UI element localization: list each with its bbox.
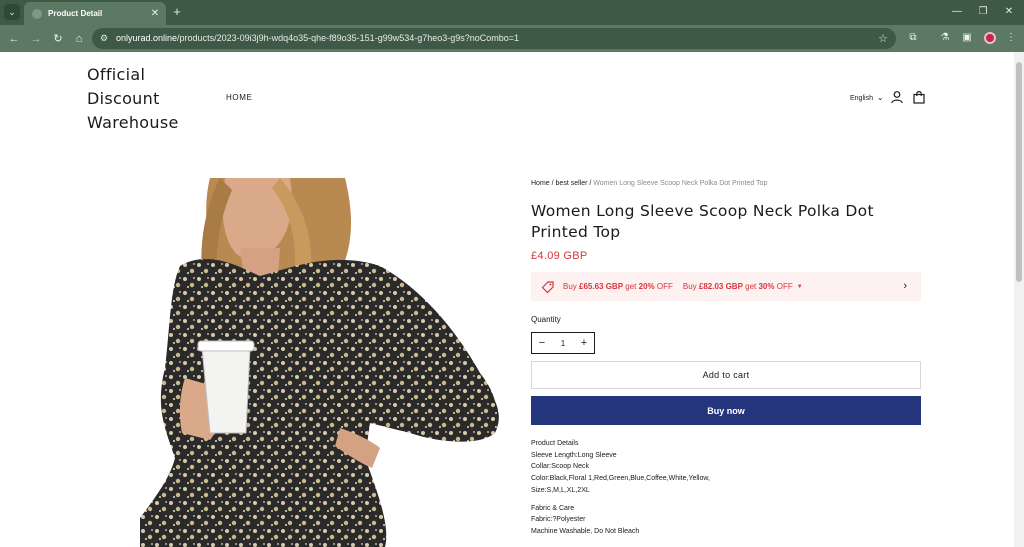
add-to-cart-button[interactable]: Add to cart — [531, 361, 921, 389]
care-heading: Fabric & Care — [531, 504, 575, 512]
url-text[interactable]: onlyurad.online/products/2023-09i3j9h-wd… — [116, 33, 519, 43]
back-icon[interactable]: ← — [6, 31, 22, 47]
tab-strip: ⌄ Product Detail ✕ + — ❐ ✕ — [0, 0, 1024, 25]
url-host: onlyurad.online — [116, 33, 178, 43]
promo-percent: 30% — [758, 282, 775, 291]
nav-home-link[interactable]: HOME — [226, 93, 252, 102]
quantity-stepper: − 1 + — [531, 332, 595, 354]
tab-search-icon[interactable]: ⌄ — [4, 4, 20, 20]
model-illustration — [140, 178, 499, 547]
cart-icon[interactable] — [912, 90, 926, 104]
quantity-label: Quantity — [531, 315, 561, 324]
promo-percent: 20% — [638, 282, 655, 291]
details-heading: Product Details — [531, 440, 579, 447]
store-logo[interactable]: Official Discount Warehouse — [87, 63, 197, 135]
browser-toolbar: ← → ↻ ⌂ ⚙ onlyurad.online/products/2023-… — [0, 25, 1024, 52]
promo-amount: £82.03 GBP — [698, 282, 743, 291]
product-price: £4.09 GBP — [531, 250, 588, 262]
breadcrumb: Home / best seller / Women Long Sleeve S… — [531, 180, 767, 187]
logo-line: Official — [87, 65, 146, 84]
promo-text: OFF — [654, 282, 673, 291]
product-image[interactable] — [140, 178, 505, 547]
logo-line: Discount — [87, 89, 160, 108]
reload-icon[interactable]: ↻ — [50, 31, 66, 47]
care-line: Machine Washable, Do Not Bleach — [531, 527, 640, 535]
minimize-icon[interactable]: — — [950, 4, 964, 20]
close-window-icon[interactable]: ✕ — [1002, 4, 1016, 20]
decrease-quantity-button[interactable]: − — [532, 337, 552, 349]
details-line: Size:S,M,L,XL,2XL — [531, 486, 590, 494]
site-info-icon[interactable]: ⚙ — [98, 33, 110, 44]
language-label: English — [850, 95, 873, 102]
details-line: Color:Black,Floral 1,Red,Green,Blue,Coff… — [531, 475, 710, 483]
increase-quantity-button[interactable]: + — [574, 337, 594, 349]
extensions-icon[interactable]: ⧉ — [906, 31, 920, 45]
profile-icon[interactable] — [984, 32, 996, 44]
new-tab-icon[interactable]: + — [170, 4, 184, 20]
browser-window: ⌄ Product Detail ✕ + — ❐ ✕ ← → ↻ ⌂ ⚙ onl… — [0, 0, 1024, 547]
quantity-input[interactable]: 1 — [552, 339, 574, 348]
breadcrumb-current: Women Long Sleeve Scoop Neck Polka Dot P… — [593, 180, 768, 187]
promo-text: get — [623, 282, 639, 291]
logo-line: Warehouse — [87, 113, 179, 132]
price-tag-icon — [541, 280, 554, 293]
account-icon[interactable] — [890, 90, 904, 104]
promo-text: get — [742, 282, 759, 291]
breadcrumb-home[interactable]: Home — [531, 180, 550, 187]
address-bar[interactable]: ⚙ onlyurad.online/products/2023-09i3j9h-… — [92, 28, 896, 49]
care-line: Fabric:?Polyester — [531, 516, 586, 524]
labs-icon[interactable]: ⚗ — [938, 31, 952, 45]
side-panel-icon[interactable]: ▣ — [960, 31, 974, 45]
breadcrumb-category[interactable]: best seller — [556, 180, 588, 187]
discount-promo-bar[interactable]: Buy £65.63 GBP get 20% OFF Buy £82.03 GB… — [531, 272, 921, 301]
language-selector[interactable]: English ⌄ — [850, 93, 884, 102]
promo-tier-1: Buy £65.63 GBP get 20% OFF — [563, 282, 673, 291]
promo-tier-2: Buy £82.03 GBP get 30% OFF — [683, 282, 793, 291]
home-icon[interactable]: ⌂ — [71, 31, 87, 47]
promo-dropdown-icon[interactable]: ▼ — [797, 284, 803, 290]
promo-text: Buy — [563, 282, 580, 291]
tab-close-icon[interactable]: ✕ — [148, 8, 162, 19]
buy-now-button[interactable]: Buy now — [531, 396, 921, 425]
chevron-down-icon: ⌄ — [876, 93, 884, 102]
details-line: Sleeve Length:Long Sleeve — [531, 451, 617, 459]
promo-text: Buy — [682, 282, 699, 291]
chevron-right-icon[interactable]: › — [903, 280, 907, 292]
product-title: Women Long Sleeve Scoop Neck Polka Dot P… — [531, 202, 874, 241]
restore-icon[interactable]: ❐ — [976, 4, 990, 20]
promo-amount: £65.63 GBP — [579, 282, 624, 291]
page-scrollbar-thumb[interactable] — [1016, 62, 1022, 282]
promo-text: OFF — [774, 282, 793, 291]
bookmark-star-icon[interactable]: ☆ — [878, 32, 888, 45]
details-line: Collar:Scoop Neck — [531, 463, 589, 471]
product-description: Product Details Sleeve Length:Long Sleev… — [531, 438, 921, 538]
forward-icon[interactable]: → — [28, 31, 44, 47]
menu-icon[interactable]: ⋮ — [1004, 31, 1018, 45]
tab-favicon-icon — [32, 8, 42, 19]
url-path: /products/2023-09i3j9h-wdq4o35-qhe-f89o3… — [177, 33, 520, 43]
tab-title: Product Detail — [48, 9, 103, 18]
tab-product-detail[interactable]: Product Detail ✕ — [24, 2, 166, 25]
